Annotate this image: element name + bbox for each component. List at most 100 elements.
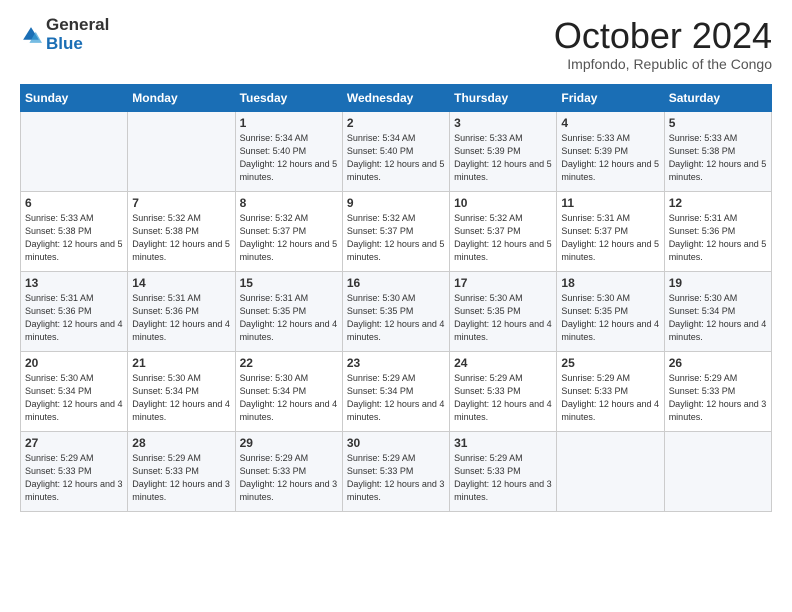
- day-number: 28: [132, 436, 230, 450]
- location: Impfondo, Republic of the Congo: [554, 56, 772, 72]
- calendar-cell: 29 Sunrise: 5:29 AM Sunset: 5:33 PM Dayli…: [235, 431, 342, 511]
- day-info: Sunrise: 5:32 AM Sunset: 5:37 PM Dayligh…: [347, 212, 445, 264]
- day-number: 22: [240, 356, 338, 370]
- calendar-week-row: 6Sunrise: 5:33 AM Sunset: 5:38 PM Daylig…: [21, 191, 772, 271]
- day-info: Sunrise: 5:33 AM Sunset: 5:39 PM Dayligh…: [454, 132, 552, 184]
- calendar-header-row: SundayMondayTuesdayWednesdayThursdayFrid…: [21, 84, 772, 111]
- day-number: 26: [669, 356, 767, 370]
- day-number: 29: [240, 436, 338, 450]
- calendar-cell: 9 Sunrise: 5:32 AM Sunset: 5:37 PM Daylig…: [342, 191, 449, 271]
- calendar-cell: 10 Sunrise: 5:32 AM Sunset: 5:37 PM Dayli…: [450, 191, 557, 271]
- calendar-cell: 13Sunrise: 5:31 AM Sunset: 5:36 PM Dayli…: [21, 271, 128, 351]
- header-tuesday: Tuesday: [235, 84, 342, 111]
- calendar-cell: 23 Sunrise: 5:29 AM Sunset: 5:34 PM Dayli…: [342, 351, 449, 431]
- day-info: Sunrise: 5:32 AM Sunset: 5:37 PM Dayligh…: [240, 212, 338, 264]
- day-info: Sunrise: 5:34 AM Sunset: 5:40 PM Dayligh…: [347, 132, 445, 184]
- calendar-week-row: 13 Sunrise: 5:31 AM Sunset: 5:36 PM Dayli…: [21, 271, 772, 351]
- day-info: Sunrise: 5:31 AM Sunset: 5:36 PM Dayligh…: [132, 292, 230, 344]
- calendar-cell: 26 Sunrise: 5:29 AM Sunset: 5:33 PM Dayli…: [664, 351, 771, 431]
- calendar-cell: 11 Sunrise: 5:31 AM Sunset: 5:37 PM Dayli…: [557, 191, 664, 271]
- day-info: Sunrise: 5:31 AM Sunset: 5:35 PM Dayligh…: [240, 292, 338, 344]
- calendar-cell: 22 Sunrise: 5:30 AM Sunset: 5:34 PM Dayli…: [235, 351, 342, 431]
- page-header: General Blue October 2024 Impfondo, Repu…: [20, 16, 772, 72]
- calendar-cell: 7 Sunrise: 5:32 AM Sunset: 5:38 PM Daylig…: [128, 191, 235, 271]
- day-number: 24: [454, 356, 552, 370]
- day-number: 31: [454, 436, 552, 450]
- calendar-cell: 12Sunrise: 5:31 AM Sunset: 5:36 PM Dayli…: [664, 191, 771, 271]
- header-monday: Monday: [128, 84, 235, 111]
- calendar-cell: 3Sunrise: 5:33 AM Sunset: 5:39 PM Daylig…: [450, 111, 557, 191]
- day-number: 10: [454, 196, 552, 210]
- day-number: 14: [132, 276, 230, 290]
- day-number: 8: [240, 196, 338, 210]
- day-info: Sunrise: 5:30 AM Sunset: 5:35 PM Dayligh…: [347, 292, 445, 344]
- title-block: October 2024 Impfondo, Republic of the C…: [554, 16, 772, 72]
- day-info: Sunrise: 5:30 AM Sunset: 5:35 PM Dayligh…: [561, 292, 659, 344]
- day-number: 16: [347, 276, 445, 290]
- day-info: Sunrise: 5:29 AM Sunset: 5:33 PM Dayligh…: [25, 452, 123, 504]
- calendar-cell: 2Sunrise: 5:34 AM Sunset: 5:40 PM Daylig…: [342, 111, 449, 191]
- day-number: 17: [454, 276, 552, 290]
- calendar-cell: 30 Sunrise: 5:29 AM Sunset: 5:33 PM Dayli…: [342, 431, 449, 511]
- day-number: 20: [25, 356, 123, 370]
- day-number: 11: [561, 196, 659, 210]
- day-number: 1: [240, 116, 338, 130]
- day-info: Sunrise: 5:31 AM Sunset: 5:36 PM Dayligh…: [669, 212, 767, 264]
- calendar-cell: 15Sunrise: 5:31 AM Sunset: 5:35 PM Dayli…: [235, 271, 342, 351]
- day-number: 9: [347, 196, 445, 210]
- calendar-cell: 27 Sunrise: 5:29 AM Sunset: 5:33 PM Dayli…: [21, 431, 128, 511]
- day-info: Sunrise: 5:31 AM Sunset: 5:37 PM Dayligh…: [561, 212, 659, 264]
- day-info: Sunrise: 5:29 AM Sunset: 5:34 PM Dayligh…: [347, 372, 445, 424]
- day-info: Sunrise: 5:29 AM Sunset: 5:33 PM Dayligh…: [240, 452, 338, 504]
- day-info: Sunrise: 5:34 AM Sunset: 5:40 PM Dayligh…: [240, 132, 338, 184]
- day-number: 23: [347, 356, 445, 370]
- calendar-table: SundayMondayTuesdayWednesdayThursdayFrid…: [20, 84, 772, 512]
- day-number: 27: [25, 436, 123, 450]
- day-info: Sunrise: 5:30 AM Sunset: 5:34 PM Dayligh…: [132, 372, 230, 424]
- day-number: 13: [25, 276, 123, 290]
- day-info: Sunrise: 5:30 AM Sunset: 5:35 PM Dayligh…: [454, 292, 552, 344]
- calendar-week-row: 20 Sunrise: 5:30 AM Sunset: 5:34 PM Dayli…: [21, 351, 772, 431]
- calendar-cell: 17 Sunrise: 5:30 AM Sunset: 5:35 PM Dayli…: [450, 271, 557, 351]
- day-number: 25: [561, 356, 659, 370]
- day-info: Sunrise: 5:29 AM Sunset: 5:33 PM Dayligh…: [454, 452, 552, 504]
- day-info: Sunrise: 5:33 AM Sunset: 5:39 PM Dayligh…: [561, 132, 659, 184]
- calendar-cell: 31 Sunrise: 5:29 AM Sunset: 5:33 PM Dayli…: [450, 431, 557, 511]
- calendar-cell: 8 Sunrise: 5:32 AM Sunset: 5:37 PM Daylig…: [235, 191, 342, 271]
- day-number: 6: [25, 196, 123, 210]
- day-info: Sunrise: 5:30 AM Sunset: 5:34 PM Dayligh…: [669, 292, 767, 344]
- day-info: Sunrise: 5:30 AM Sunset: 5:34 PM Dayligh…: [240, 372, 338, 424]
- logo-blue-text: Blue: [46, 35, 109, 54]
- calendar-cell: [664, 431, 771, 511]
- calendar-cell: 21Sunrise: 5:30 AM Sunset: 5:34 PM Dayli…: [128, 351, 235, 431]
- calendar-cell: [557, 431, 664, 511]
- day-number: 7: [132, 196, 230, 210]
- calendar-week-row: 1 Sunrise: 5:34 AM Sunset: 5:40 PM Daylig…: [21, 111, 772, 191]
- calendar-cell: 28 Sunrise: 5:29 AM Sunset: 5:33 PM Dayli…: [128, 431, 235, 511]
- day-info: Sunrise: 5:29 AM Sunset: 5:33 PM Dayligh…: [454, 372, 552, 424]
- day-number: 30: [347, 436, 445, 450]
- day-info: Sunrise: 5:30 AM Sunset: 5:34 PM Dayligh…: [25, 372, 123, 424]
- calendar-cell: [21, 111, 128, 191]
- day-info: Sunrise: 5:29 AM Sunset: 5:33 PM Dayligh…: [347, 452, 445, 504]
- day-info: Sunrise: 5:29 AM Sunset: 5:33 PM Dayligh…: [669, 372, 767, 424]
- calendar-cell: 5Sunrise: 5:33 AM Sunset: 5:38 PM Daylig…: [664, 111, 771, 191]
- day-info: Sunrise: 5:29 AM Sunset: 5:33 PM Dayligh…: [132, 452, 230, 504]
- calendar-cell: 14 Sunrise: 5:31 AM Sunset: 5:36 PM Dayli…: [128, 271, 235, 351]
- day-info: Sunrise: 5:32 AM Sunset: 5:38 PM Dayligh…: [132, 212, 230, 264]
- logo-general-text: General: [46, 16, 109, 35]
- day-number: 4: [561, 116, 659, 130]
- day-number: 18: [561, 276, 659, 290]
- calendar-cell: 16 Sunrise: 5:30 AM Sunset: 5:35 PM Dayli…: [342, 271, 449, 351]
- header-thursday: Thursday: [450, 84, 557, 111]
- day-info: Sunrise: 5:29 AM Sunset: 5:33 PM Dayligh…: [561, 372, 659, 424]
- header-sunday: Sunday: [21, 84, 128, 111]
- day-info: Sunrise: 5:32 AM Sunset: 5:37 PM Dayligh…: [454, 212, 552, 264]
- day-number: 19: [669, 276, 767, 290]
- calendar-cell: 18 Sunrise: 5:30 AM Sunset: 5:35 PM Dayli…: [557, 271, 664, 351]
- calendar-cell: 6Sunrise: 5:33 AM Sunset: 5:38 PM Daylig…: [21, 191, 128, 271]
- logo-icon: [20, 24, 42, 46]
- logo: General Blue: [20, 16, 109, 53]
- header-saturday: Saturday: [664, 84, 771, 111]
- calendar-cell: 4 Sunrise: 5:33 AM Sunset: 5:39 PM Daylig…: [557, 111, 664, 191]
